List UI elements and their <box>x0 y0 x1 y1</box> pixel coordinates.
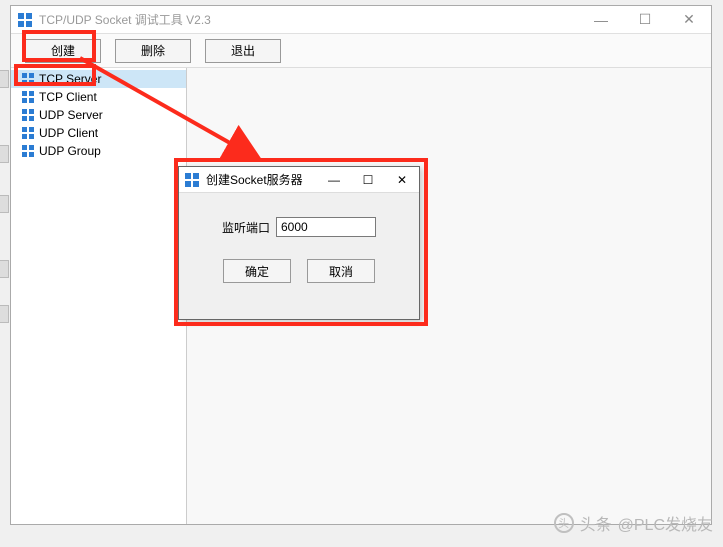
sidebar-item-label: UDP Client <box>39 126 98 140</box>
sidebar-item-label: UDP Server <box>39 108 103 122</box>
sidebar-item-tcp-client[interactable]: TCP Client <box>11 88 186 106</box>
dialog-body: 监听端口 确定 取消 <box>179 193 419 295</box>
server-icon <box>21 108 35 122</box>
toolbar: 创建 删除 退出 <box>11 34 711 68</box>
dialog-maximize-button[interactable]: ☐ <box>351 167 385 193</box>
watermark: 头 头条 @PLC发烧友 <box>554 511 713 535</box>
close-button[interactable]: ✕ <box>667 6 711 34</box>
create-socket-dialog: 创建Socket服务器 — ☐ ✕ 监听端口 确定 取消 <box>178 166 420 320</box>
window-title: TCP/UDP Socket 调试工具 V2.3 <box>39 11 211 28</box>
port-input[interactable] <box>276 217 376 237</box>
watermark-icon: 头 <box>554 513 574 533</box>
server-icon <box>21 126 35 140</box>
ok-button[interactable]: 确定 <box>223 259 291 283</box>
sidebar: TCP Server TCP Client UDP Server UDP Cli… <box>11 68 187 524</box>
dialog-buttons: 确定 取消 <box>197 259 401 283</box>
exit-button[interactable]: 退出 <box>205 39 281 63</box>
watermark-prefix: 头条 <box>580 511 612 535</box>
dialog-window-controls: — ☐ ✕ <box>317 167 419 193</box>
sidebar-item-label: TCP Client <box>39 90 97 104</box>
app-icon <box>17 12 33 28</box>
port-field-row: 监听端口 <box>197 217 401 237</box>
dialog-titlebar: 创建Socket服务器 — ☐ ✕ <box>179 167 419 193</box>
cancel-button[interactable]: 取消 <box>307 259 375 283</box>
sidebar-item-udp-server[interactable]: UDP Server <box>11 106 186 124</box>
dialog-minimize-button[interactable]: — <box>317 167 351 193</box>
port-label: 监听端口 <box>222 219 270 236</box>
titlebar: TCP/UDP Socket 调试工具 V2.3 — ☐ ✕ <box>11 6 711 34</box>
server-icon <box>21 72 35 86</box>
maximize-button[interactable]: ☐ <box>623 6 667 34</box>
sidebar-item-udp-group[interactable]: UDP Group <box>11 142 186 160</box>
sidebar-item-label: UDP Group <box>39 144 101 158</box>
watermark-handle: @PLC发烧友 <box>618 511 713 535</box>
sidebar-item-label: TCP Server <box>39 72 101 86</box>
dialog-icon <box>184 172 200 188</box>
delete-button[interactable]: 删除 <box>115 39 191 63</box>
dialog-close-button[interactable]: ✕ <box>385 167 419 193</box>
dialog-title: 创建Socket服务器 <box>206 171 303 188</box>
server-icon <box>21 90 35 104</box>
sidebar-item-tcp-server[interactable]: TCP Server <box>11 70 186 88</box>
create-button[interactable]: 创建 <box>25 39 101 63</box>
server-icon <box>21 144 35 158</box>
minimize-button[interactable]: — <box>579 6 623 34</box>
sidebar-item-udp-client[interactable]: UDP Client <box>11 124 186 142</box>
window-controls: — ☐ ✕ <box>579 6 711 34</box>
